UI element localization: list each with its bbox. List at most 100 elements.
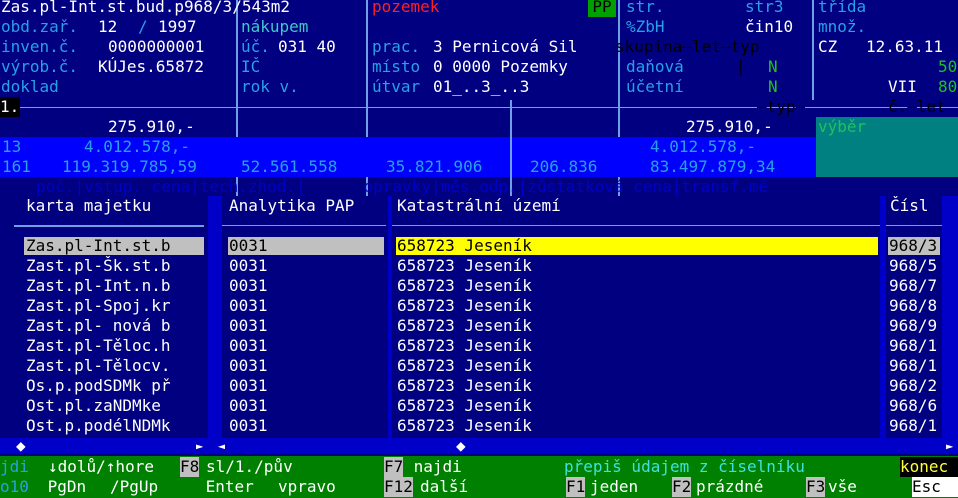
table-cell-karta[interactable]: Ost.p.podélNDMk — [26, 416, 204, 436]
danova-value[interactable]: N — [768, 57, 778, 77]
table-cell-karta[interactable]: Zast.pl-Šk.st.b — [26, 256, 204, 276]
utvar-label: útvar — [372, 77, 421, 96]
footer-vpravo[interactable]: vpravo — [278, 477, 336, 497]
footer-esc[interactable]: Esc — [912, 477, 958, 497]
table-cell-katastr[interactable]: 658723 Jeseník — [397, 336, 532, 356]
footer-f12[interactable]: F12 — [384, 477, 413, 497]
footer-jeden[interactable]: jeden — [590, 477, 638, 497]
uc-label: úč. — [241, 37, 270, 56]
row3-zust: 83.497.879,34 — [650, 157, 776, 176]
scroll2-right-icon[interactable]: ► — [946, 436, 953, 456]
row3-num: 161 — [2, 157, 31, 176]
col-header-katastr[interactable]: Katastrální území — [397, 196, 561, 216]
table-cell-katastr[interactable]: 658723 Jeseník — [397, 276, 532, 296]
row1-zust: 275.910,- — [686, 117, 773, 136]
table-cell-analytika[interactable]: 0031 — [229, 236, 268, 256]
table-cell-katastr[interactable]: 658723 Jeseník — [397, 416, 532, 436]
footer-f8-text[interactable]: sl/1./pův — [206, 457, 293, 477]
footer-enter[interactable]: Enter — [196, 477, 263, 497]
obd-month[interactable]: 12 — [98, 17, 117, 37]
table-cell-analytika[interactable]: 0031 — [229, 276, 268, 296]
obd-year[interactable]: 1997 — [158, 17, 197, 37]
table-cell-karta[interactable]: Zast.pl-Těloc.h — [26, 336, 204, 356]
table-cell-analytika[interactable]: 0031 — [229, 296, 268, 316]
footer-f7-text[interactable]: najdi — [404, 457, 462, 477]
table-cell-cisl[interactable]: 968/1 — [889, 416, 941, 436]
table-cell-karta[interactable]: Zas.pl-Int.st.b — [26, 236, 204, 256]
row3-opravky: 35.821.906 — [386, 157, 483, 176]
footer-pgdn[interactable]: PgDn — [38, 477, 96, 497]
footer-dolu-hore[interactable]: ↓dolů/↑hore — [48, 457, 154, 477]
footer-vse[interactable]: vše — [828, 477, 857, 497]
footer-f2[interactable]: F2 — [672, 477, 692, 497]
table-cell-analytika[interactable]: 0031 — [229, 356, 268, 376]
table-cell-cisl[interactable]: 968/5 — [889, 256, 941, 276]
str-label: str. — [626, 0, 665, 16]
inven-value[interactable]: 0000000001 — [108, 37, 204, 57]
table-cell-karta[interactable]: Zast.pl-Tělocv. — [26, 356, 204, 376]
prac-value[interactable]: 3 Pernicová Sil — [433, 37, 578, 57]
ucetni-value[interactable]: N — [768, 77, 778, 97]
cz-label: CZ — [818, 37, 838, 56]
table-cell-karta[interactable]: Zast.pl- nová b — [26, 316, 204, 336]
table-cell-cisl[interactable]: 968/1 — [889, 336, 941, 356]
scroll2-left-icon[interactable]: ◄ — [218, 436, 225, 456]
table-cell-analytika[interactable]: 0031 — [229, 416, 268, 436]
pp-badge: PP — [588, 0, 616, 17]
table-cell-karta[interactable]: Zast.pl-Spoj.kr — [26, 296, 204, 316]
table-cell-cisl[interactable]: 968/7 — [889, 276, 941, 296]
table-cell-cisl[interactable]: 968/8 — [889, 296, 941, 316]
table-cell-katastr[interactable]: 658723 Jeseník — [397, 256, 532, 276]
table-cell-cisl[interactable]: 968/3 — [889, 236, 941, 256]
table-cell-katastr[interactable]: 658723 Jeseník — [397, 296, 532, 316]
footer-f3[interactable]: F3 — [806, 477, 826, 497]
table-cell-analytika[interactable]: 0031 — [229, 316, 268, 336]
vyrob-value[interactable]: KÚJes.65872 — [98, 57, 204, 77]
table-cell-karta[interactable]: Os.p.podSDMk př — [26, 376, 204, 396]
table-cell-analytika[interactable]: 0031 — [229, 256, 268, 276]
col-header-cisl[interactable]: Čísl — [890, 196, 929, 216]
row3-vstup: 119.319.785,59 — [62, 157, 197, 176]
col-sep-2 — [388, 196, 392, 438]
value-labels: poč.|vstup. cena|tech.zhod.| opravky|měs… — [36, 177, 769, 196]
table-cell-katastr[interactable]: 658723 Jeseník — [397, 316, 532, 336]
scroll-thumb-icon[interactable]: ◆ — [456, 436, 466, 456]
vii-label: VII — [888, 77, 917, 96]
horizontal-scrollbar[interactable] — [0, 438, 958, 454]
vyber-label[interactable]: výběr — [818, 117, 866, 137]
footer-konec[interactable]: konec — [900, 457, 958, 477]
footer-prazdne[interactable]: prázdné — [696, 477, 763, 497]
scroll-right-icon[interactable]: ► — [196, 436, 203, 456]
table-cell-cisl[interactable]: 968/1 — [889, 356, 941, 376]
utvar-value[interactable]: 01_..3_..3 — [433, 77, 529, 97]
pozemek-label: pozemek — [372, 0, 440, 16]
table-cell-karta[interactable]: Zast.pl-Int.n.b — [26, 276, 204, 296]
col-header-analytika[interactable]: Analytika PAP — [229, 196, 354, 216]
misto-label: místo — [372, 57, 421, 76]
table-cell-katastr[interactable]: 658723 Jeseník — [397, 356, 532, 376]
footer-prepis[interactable]: přepiš údajem z číselníku — [564, 457, 805, 477]
footer-f8[interactable]: F8 — [180, 457, 200, 477]
row3-mes: 206.836 — [530, 157, 598, 176]
footer-f1[interactable]: F1 — [566, 477, 586, 497]
footer-dalsi[interactable]: další — [420, 477, 468, 497]
footer-pgup[interactable]: /PgUp — [110, 477, 158, 497]
clet-line: č.—let — [888, 97, 946, 116]
table-cell-analytika[interactable]: 0031 — [229, 396, 268, 416]
table-cell-katastr[interactable]: 658723 Jeseník — [397, 396, 532, 416]
table-cell-cisl[interactable]: 968/6 — [889, 396, 941, 416]
col-header-karta[interactable]: karta majetku — [26, 196, 151, 216]
misto-value[interactable]: 0 0000 Pozemky — [433, 57, 568, 77]
table-cell-cisl[interactable]: 968/2 — [889, 376, 941, 396]
table-cell-katastr[interactable]: 658723 Jeseník — [397, 376, 532, 396]
uc-value[interactable]: 031 40 — [278, 37, 336, 57]
table-cell-cisl[interactable]: 968/9 — [889, 316, 941, 336]
col-sep-4 — [942, 196, 958, 438]
table-cell-analytika[interactable]: 0031 — [229, 336, 268, 356]
danova-sep: | — [736, 57, 746, 76]
table-cell-karta[interactable]: Ost.pl.zaNDMke — [26, 396, 204, 416]
table-cell-analytika[interactable]: 0031 — [229, 376, 268, 396]
scroll-left-icon[interactable]: ◆ — [16, 436, 26, 456]
footer-f7[interactable]: F7 — [384, 457, 404, 477]
table-cell-katastr[interactable]: 658723 Jeseník — [397, 236, 532, 256]
